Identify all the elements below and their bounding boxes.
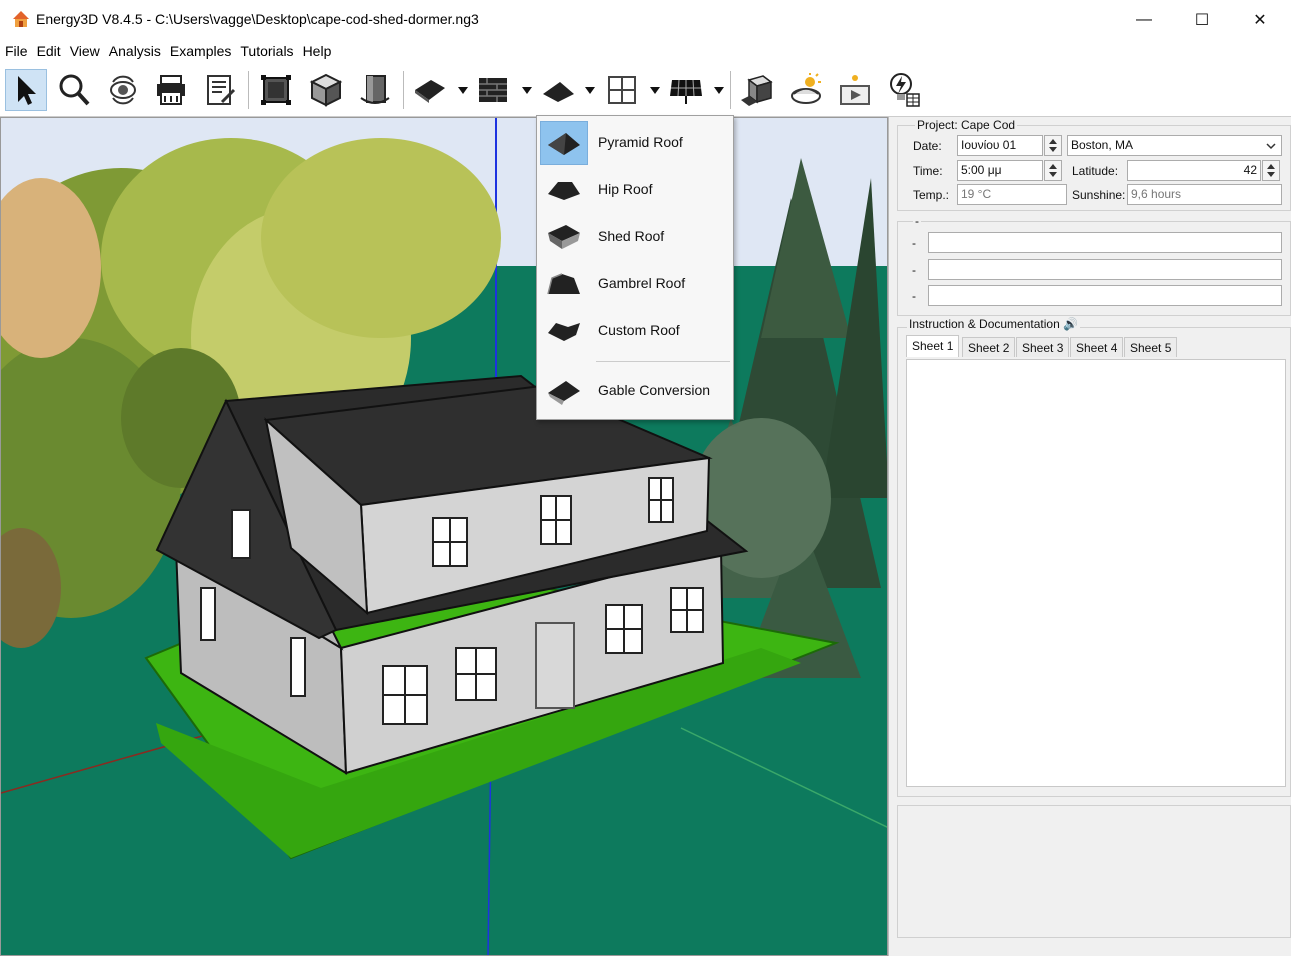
properties-panel: Project: Cape Cod Date: Ιουνίου 01 Bosto…: [888, 117, 1291, 956]
toolbar-separator: [248, 71, 249, 109]
menu-item-label: Shed Roof: [598, 228, 665, 244]
hip-roof-icon: [540, 168, 588, 212]
date-stepper[interactable]: [1044, 135, 1062, 156]
window-title: Energy3D V8.4.5 - C:\Users\vagge\Desktop…: [36, 11, 479, 27]
window-icon[interactable]: [601, 69, 643, 111]
solar-panel-icon[interactable]: [665, 69, 707, 111]
animation-icon[interactable]: [834, 69, 876, 111]
resize-icon[interactable]: [255, 69, 297, 111]
tab-sheet-3[interactable]: Sheet 3: [1016, 337, 1070, 357]
latitude-label: Latitude:: [1072, 164, 1119, 178]
rotate-view-icon[interactable]: [102, 69, 144, 111]
sunshine-label: Sunshine:: [1072, 188, 1126, 202]
latitude-stepper[interactable]: [1262, 160, 1280, 181]
menu-item-label: Gable Conversion: [598, 382, 711, 398]
date-field[interactable]: Ιουνίου 01: [957, 135, 1043, 156]
menu-item-label: Hip Roof: [598, 181, 653, 197]
info-field-1: [928, 232, 1282, 253]
temperature-label: Temp.:: [913, 188, 950, 202]
info-field-3: [928, 285, 1282, 306]
menu-item-hip-roof[interactable]: Hip Roof: [537, 166, 733, 212]
menu-item-label: Custom Roof: [598, 322, 680, 338]
minimize-button[interactable]: —: [1115, 0, 1173, 40]
close-icon: ✕: [1253, 12, 1267, 29]
empty-area: [897, 805, 1291, 938]
menu-bar: File Edit View Analysis Examples Tutoria…: [0, 40, 1291, 62]
maximize-icon: ☐: [1194, 12, 1210, 29]
menu-edit[interactable]: Edit: [37, 43, 61, 59]
building-info-label: -: [913, 214, 921, 228]
tab-sheet-4[interactable]: Sheet 4: [1070, 337, 1124, 357]
toolbar: [0, 63, 1291, 117]
chevron-down-icon[interactable]: [714, 87, 724, 95]
minimize-icon: —: [1136, 11, 1152, 28]
tab-sheet-1[interactable]: Sheet 1: [906, 335, 960, 357]
menu-help[interactable]: Help: [303, 43, 332, 59]
roof-icon[interactable]: [537, 69, 579, 111]
menu-item-gable-conversion[interactable]: Gable Conversion: [537, 367, 733, 413]
menu-analysis[interactable]: Analysis: [109, 43, 161, 59]
select-icon[interactable]: [5, 69, 47, 111]
chevron-down-icon[interactable]: [650, 87, 660, 95]
spin-icon[interactable]: [354, 69, 396, 111]
menu-separator: [596, 361, 730, 362]
row-label: -: [912, 236, 916, 250]
sun-icon[interactable]: [785, 69, 827, 111]
time-stepper[interactable]: [1044, 160, 1062, 181]
menu-item-shed-roof[interactable]: Shed Roof: [537, 213, 733, 259]
box-icon[interactable]: [305, 69, 347, 111]
energy-analysis-icon[interactable]: [882, 69, 924, 111]
title-bar: Energy3D V8.4.5 - C:\Users\vagge\Desktop…: [0, 0, 1291, 40]
gable-conversion-icon: [540, 369, 588, 413]
documentation-label: Instruction & Documentation 🔊: [907, 317, 1081, 331]
foundation-icon[interactable]: [408, 69, 450, 111]
menu-item-label: Gambrel Roof: [598, 275, 686, 291]
app-logo-icon: [13, 11, 29, 27]
custom-roof-icon: [540, 309, 588, 353]
chevron-down-icon[interactable]: [585, 87, 595, 95]
project-label: Project: Cape Cod: [915, 118, 1018, 132]
location-value: Boston, MA: [1071, 138, 1134, 152]
gambrel-roof-icon: [540, 262, 588, 306]
documentation-text-area[interactable]: [906, 359, 1286, 787]
location-select[interactable]: Boston, MA: [1067, 135, 1282, 156]
menu-examples[interactable]: Examples: [170, 43, 231, 59]
row-label: -: [912, 289, 916, 303]
latitude-field[interactable]: 42: [1127, 160, 1261, 181]
wall-icon[interactable]: [472, 69, 514, 111]
print-icon[interactable]: [150, 69, 192, 111]
maximize-button[interactable]: ☐: [1173, 0, 1231, 40]
row-label: -: [912, 263, 916, 277]
temperature-field: 19 °C: [957, 184, 1067, 205]
menu-view[interactable]: View: [70, 43, 100, 59]
menu-tutorials[interactable]: Tutorials: [240, 43, 293, 59]
sunshine-field: 9,6 hours: [1127, 184, 1282, 205]
notes-icon[interactable]: [199, 69, 241, 111]
zoom-icon[interactable]: [53, 69, 95, 111]
menu-item-label: Pyramid Roof: [598, 134, 683, 150]
chevron-down-icon[interactable]: [458, 87, 468, 95]
date-label: Date:: [913, 139, 942, 153]
menu-item-gambrel-roof[interactable]: Gambrel Roof: [537, 260, 733, 306]
tab-sheet-5[interactable]: Sheet 5: [1124, 337, 1178, 357]
3d-viewport[interactable]: [0, 117, 888, 956]
tab-sheet-2[interactable]: Sheet 2: [962, 337, 1016, 357]
menu-item-pyramid-roof[interactable]: Pyramid Roof: [537, 119, 733, 165]
chevron-down-icon[interactable]: [522, 87, 532, 95]
shed-roof-icon: [540, 215, 588, 259]
info-field-2: [928, 259, 1282, 280]
pyramid-roof-icon: [540, 121, 588, 165]
3d-scene[interactable]: [1, 118, 888, 956]
menu-file[interactable]: File: [5, 43, 28, 59]
time-label: Time:: [913, 164, 943, 178]
roof-type-dropdown: Pyramid Roof Hip Roof Shed Roof Gambrel …: [536, 115, 734, 420]
toolbar-separator: [730, 71, 731, 109]
close-button[interactable]: ✕: [1231, 0, 1289, 40]
time-field[interactable]: 5:00 μμ: [957, 160, 1043, 181]
toolbar-separator: [403, 71, 404, 109]
shadow-icon[interactable]: [736, 69, 778, 111]
menu-item-custom-roof[interactable]: Custom Roof: [537, 307, 733, 353]
chevron-down-icon: [1266, 143, 1276, 150]
